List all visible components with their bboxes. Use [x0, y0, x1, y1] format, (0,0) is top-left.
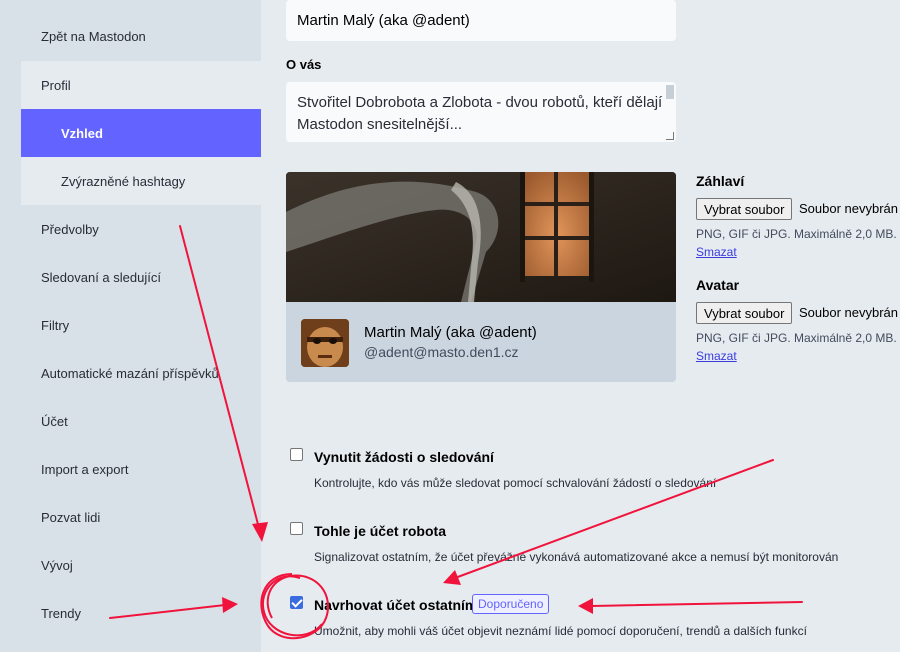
sidebar-item-invites[interactable]: Pozvat lidi	[21, 493, 261, 541]
sidebar-item-trends[interactable]: Trendy	[21, 589, 261, 637]
sidebar-item-profile[interactable]: Profil	[21, 61, 261, 109]
sidebar-item-preferences[interactable]: Předvolby	[21, 205, 261, 253]
header-no-file-text: Soubor nevybrán	[799, 201, 899, 216]
avatar-hint: PNG, GIF či JPG. Maximálně 2,0 MB. B	[696, 331, 900, 345]
bot-title[interactable]: Tohle je účet robota	[314, 523, 446, 539]
avatar	[301, 319, 349, 367]
locked-hint: Kontrolujte, kdo vás může sledovat pomoc…	[314, 476, 717, 490]
avatar-no-file-text: Soubor nevybrán	[799, 305, 899, 320]
discoverable-hint: Umožnit, aby mohli váš účet objevit nezn…	[314, 624, 807, 638]
avatar-delete-link[interactable]: Smazat	[696, 349, 737, 363]
header-choose-file-button[interactable]: Vybrat soubor	[696, 198, 793, 220]
bio-label: O vás	[286, 57, 322, 72]
preview-display-name: Martin Malý (aka @adent)	[364, 324, 537, 341]
profile-settings-main: Martin Malý (aka @adent) O vás Stvořitel…	[261, 0, 900, 652]
header-image	[286, 172, 676, 302]
sidebar-item-featured-hashtags[interactable]: Zvýrazněné hashtagy	[21, 157, 261, 205]
recommended-badge: Doporučeno	[472, 594, 550, 614]
sidebar-item-import-export[interactable]: Import a export	[21, 445, 261, 493]
sidebar-item-appearance[interactable]: Vzhled	[21, 109, 261, 157]
sidebar-item-filters[interactable]: Filtry	[21, 301, 261, 349]
preview-identity: Martin Malý (aka @adent) @adent@masto.de…	[286, 302, 676, 382]
header-hint: PNG, GIF či JPG. Maximálně 2,0 MB. B	[696, 227, 900, 241]
header-field-title: Záhlaví	[696, 173, 745, 189]
sidebar-item-back-to-mastodon[interactable]: Zpět na Mastodon	[21, 12, 261, 60]
header-delete-link[interactable]: Smazat	[696, 245, 737, 259]
preview-account-handle: @adent@masto.den1.cz	[364, 344, 519, 360]
profile-preview-card: Martin Malý (aka @adent) @adent@masto.de…	[286, 172, 676, 382]
avatar-image	[301, 319, 349, 367]
discoverable-checkbox[interactable]	[290, 596, 303, 609]
locked-title[interactable]: Vynutit žádosti o sledování	[314, 449, 494, 465]
textarea-scrollbar[interactable]	[666, 85, 674, 99]
bot-hint: Signalizovat ostatním, že účet převážně …	[314, 550, 839, 564]
settings-sidebar: Zpět na Mastodon Profil Vzhled Zvýrazněn…	[0, 0, 261, 652]
discoverable-title[interactable]: Navrhovat účet ostatním	[314, 597, 477, 613]
bot-checkbox[interactable]	[290, 522, 303, 535]
avatar-choose-file-button[interactable]: Vybrat soubor	[696, 302, 793, 324]
textarea-resize-handle[interactable]	[666, 132, 674, 140]
bio-text: Stvořitel Dobrobota a Zlobota - dvou rob…	[297, 94, 663, 133]
sidebar-item-relationships[interactable]: Sledovaní a sledující	[21, 253, 261, 301]
sidebar-item-development[interactable]: Vývoj	[21, 541, 261, 589]
header-image-art	[286, 172, 676, 302]
bio-textarea[interactable]: Stvořitel Dobrobota a Zlobota - dvou rob…	[286, 82, 676, 142]
display-name-input[interactable]: Martin Malý (aka @adent)	[286, 0, 676, 41]
locked-checkbox[interactable]	[290, 448, 303, 461]
avatar-field-title: Avatar	[696, 277, 740, 293]
sidebar-item-auto-delete[interactable]: Automatické mazání příspěvků	[21, 349, 261, 397]
sidebar-item-account[interactable]: Účet	[21, 397, 261, 445]
